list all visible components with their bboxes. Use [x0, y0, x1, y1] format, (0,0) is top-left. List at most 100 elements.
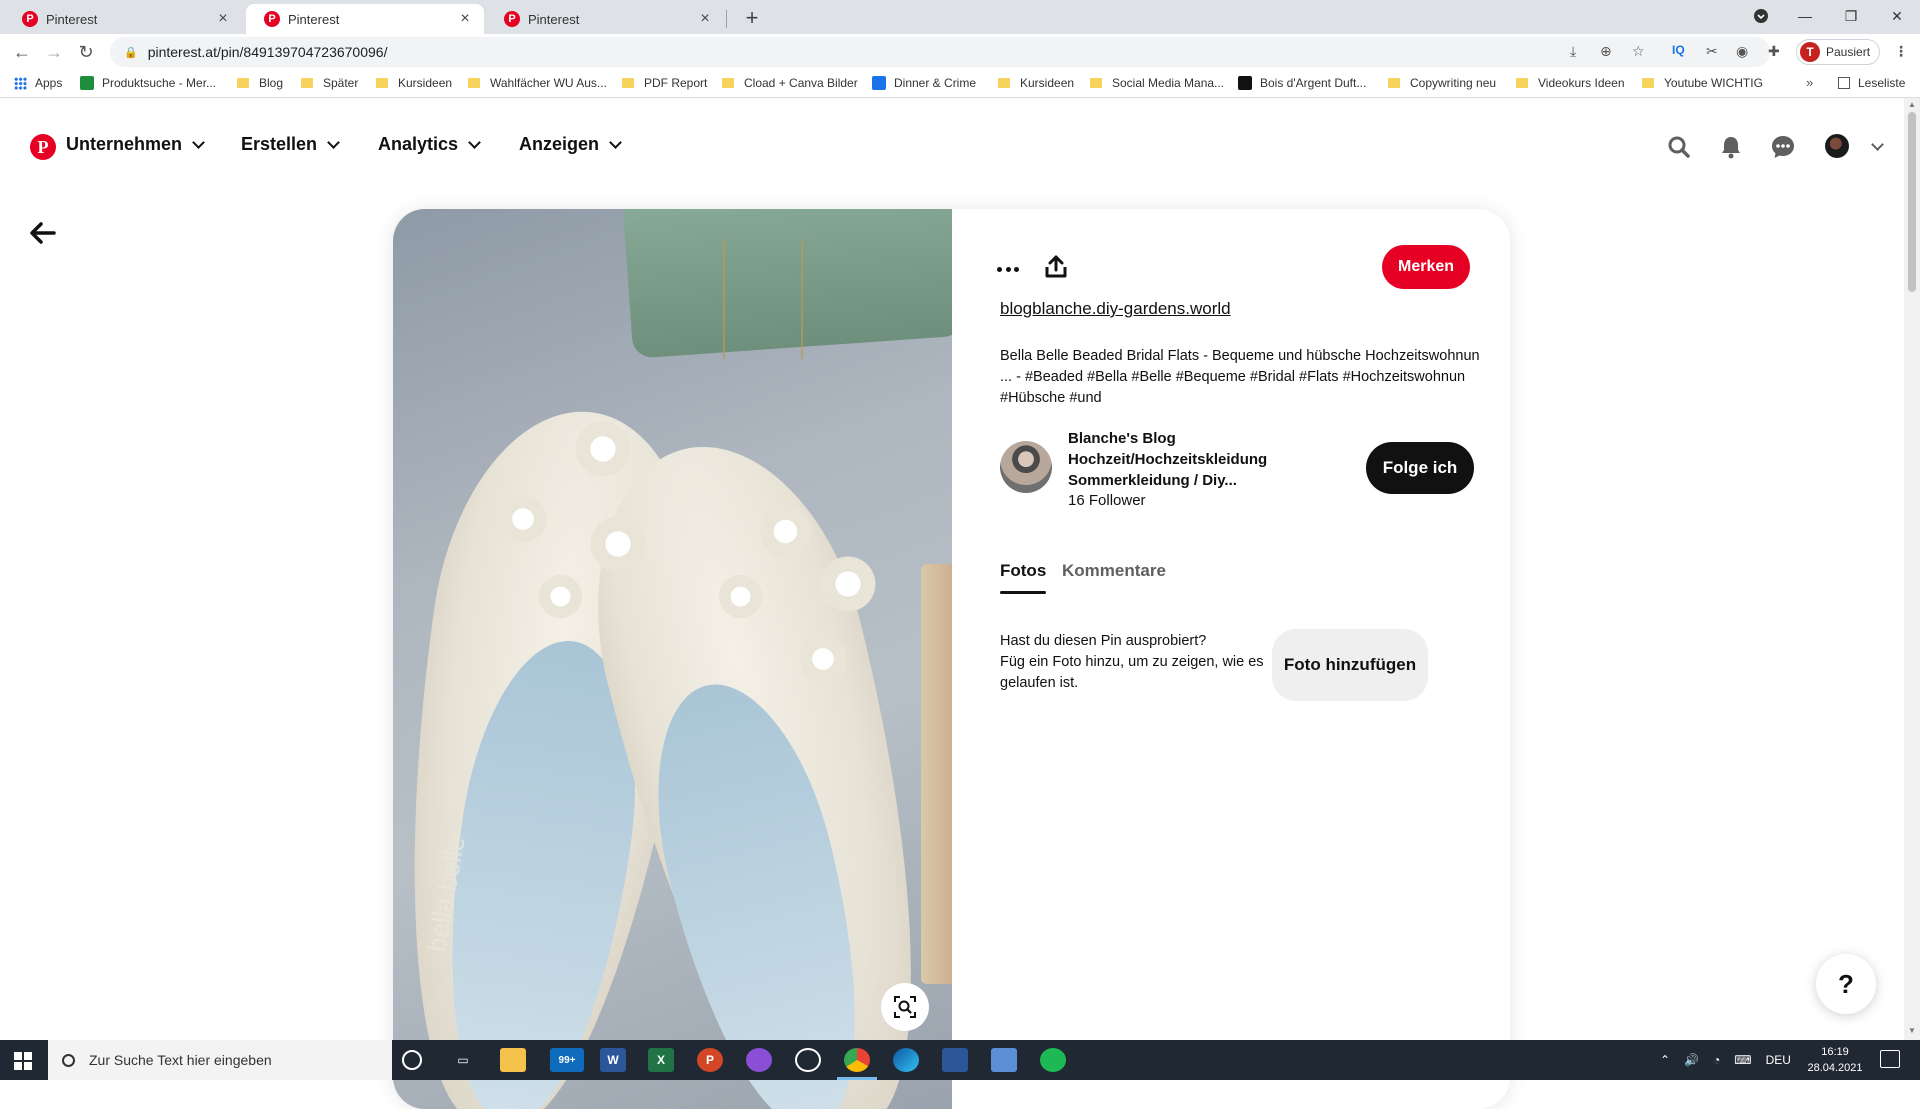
close-icon[interactable]: × — [214, 10, 232, 28]
bookmark-item[interactable]: Dinner & Crime — [872, 76, 976, 90]
kebab-menu-icon[interactable]: ⋮ — [1894, 43, 1908, 60]
menu-analytics[interactable]: Analytics — [378, 134, 481, 155]
bookmark-folder[interactable]: Cload + Canva Bilder — [722, 76, 858, 90]
windows-start-icon[interactable] — [8, 1048, 38, 1072]
bookmark-folder[interactable]: Blog — [237, 76, 283, 90]
more-bookmarks-icon[interactable]: » — [1806, 75, 1813, 90]
minimize-icon[interactable]: — — [1782, 0, 1828, 32]
iq-extension-icon[interactable]: IQ — [1672, 43, 1685, 57]
app-icon[interactable] — [991, 1048, 1017, 1072]
bookmark-folder[interactable]: Copywriting neu — [1388, 76, 1496, 90]
notification-center-icon[interactable] — [1880, 1050, 1900, 1068]
bookmark-item[interactable]: Produktsuche - Mer... — [80, 76, 216, 90]
chat-icon[interactable] — [1768, 132, 1798, 162]
bookmark-star-icon[interactable]: ☆ — [1632, 43, 1645, 60]
menu-erstellen[interactable]: Erstellen — [241, 134, 340, 155]
pin-image[interactable]: bella belle — [393, 209, 952, 1109]
pinterest-favicon-icon: P — [504, 11, 520, 27]
puzzle-extension-icon[interactable]: ✚ — [1768, 43, 1780, 60]
bookmark-folder[interactable]: Social Media Mana... — [1090, 76, 1224, 90]
obs-icon[interactable] — [795, 1048, 821, 1072]
scroll-thumb[interactable] — [1908, 112, 1916, 292]
scroll-down-icon[interactable]: ▼ — [1908, 1026, 1916, 1035]
language-indicator[interactable]: DEU — [1766, 1053, 1791, 1067]
word-icon[interactable]: W — [600, 1048, 626, 1072]
profile-status: Pausiert — [1826, 45, 1871, 59]
bookmark-folder[interactable]: PDF Report — [622, 76, 707, 90]
forward-icon[interactable]: → — [40, 38, 68, 66]
browser-toolbar: ← → ↻ 🔒 pinterest.at/pin/849139704723670… — [0, 34, 1920, 70]
bookmark-label: PDF Report — [644, 76, 708, 90]
pinterest-logo-icon[interactable]: P — [30, 134, 56, 160]
bookmark-label: Dinner & Crime — [894, 76, 977, 90]
keyboard-icon[interactable]: ⌨ — [1734, 1053, 1751, 1067]
browser-tab[interactable]: P Pinterest × — [486, 4, 724, 34]
file-explorer-icon[interactable] — [500, 1048, 526, 1072]
profile-avatar[interactable] — [1825, 134, 1849, 158]
abp-extension-icon[interactable]: ◉ — [1736, 43, 1748, 60]
back-arrow-icon[interactable] — [30, 222, 60, 246]
lace-image-detail — [753, 499, 818, 564]
spotify-icon[interactable] — [1040, 1048, 1066, 1072]
add-photo-button[interactable]: Foto hinzufügen — [1272, 629, 1428, 701]
profile-chip[interactable]: T Pausiert — [1796, 39, 1880, 65]
creator-name[interactable]: Blanche's Blog Hochzeit/Hochzeitskleidun… — [1068, 428, 1298, 491]
menu-unternehmen[interactable]: Unternehmen — [66, 134, 205, 155]
address-bar[interactable]: 🔒 pinterest.at/pin/849139704723670096/ — [110, 37, 1770, 67]
search-icon[interactable] — [1664, 132, 1694, 162]
chevron-up-icon[interactable]: ⌃ — [1660, 1053, 1670, 1067]
bookmark-folder[interactable]: Videokurs Ideen — [1516, 76, 1625, 90]
source-link[interactable]: blogblanche.diy-gardens.world — [1000, 299, 1231, 319]
close-window-icon[interactable]: ✕ — [1874, 0, 1920, 32]
bookmark-folder[interactable]: Wahlfächer WU Aus... — [468, 76, 607, 90]
browser-tab-active[interactable]: P Pinterest × — [246, 4, 484, 34]
tab-kommentare[interactable]: Kommentare — [1062, 561, 1166, 581]
browser-tab[interactable]: P Pinterest × — [4, 4, 242, 34]
tab-fotos[interactable]: Fotos — [1000, 561, 1046, 581]
share-icon[interactable] — [1044, 255, 1070, 281]
cortana-icon[interactable] — [402, 1050, 422, 1070]
lace-image-detail — [493, 489, 553, 549]
account-chevron-icon[interactable] — [1862, 132, 1892, 162]
close-icon[interactable]: × — [696, 10, 714, 28]
bookmark-folder[interactable]: Youtube WICHTIG — [1642, 76, 1763, 90]
bookmark-folder[interactable]: Kursideen — [376, 76, 452, 90]
help-button[interactable]: ? — [1816, 954, 1876, 1014]
tab-search-icon[interactable] — [1738, 0, 1784, 32]
more-options-icon[interactable] — [992, 261, 1024, 277]
bell-icon[interactable] — [1716, 132, 1746, 162]
task-view-icon[interactable]: ▭ — [450, 1048, 476, 1072]
save-button[interactable]: Merken — [1382, 245, 1470, 289]
app-icon[interactable] — [942, 1048, 968, 1072]
reading-list-button[interactable]: Leseliste — [1838, 76, 1905, 90]
visual-search-button[interactable] — [881, 983, 929, 1031]
install-icon[interactable]: ⤓ — [1570, 43, 1576, 60]
bookmark-item[interactable]: Bois d'Argent Duft... — [1238, 76, 1366, 90]
close-icon[interactable]: × — [456, 10, 474, 28]
zoom-icon[interactable]: ⊕ — [1600, 43, 1612, 60]
follow-button[interactable]: Folge ich — [1366, 442, 1474, 494]
menu-anzeigen[interactable]: Anzeigen — [519, 134, 622, 155]
reload-icon[interactable]: ↻ — [72, 38, 100, 66]
restore-icon[interactable]: ❐ — [1828, 0, 1874, 32]
bookmark-apps[interactable]: Apps — [14, 76, 62, 90]
excel-icon[interactable]: X — [648, 1048, 674, 1072]
edge-icon[interactable] — [893, 1048, 919, 1072]
bookmark-folder[interactable]: Kursideen — [998, 76, 1074, 90]
page-scrollbar[interactable]: ▲ ▼ — [1904, 98, 1920, 1040]
scroll-up-icon[interactable]: ▲ — [1908, 100, 1916, 109]
chrome-icon[interactable] — [844, 1048, 870, 1072]
volume-icon[interactable]: 🔊 — [1684, 1053, 1699, 1067]
taskbar-clock[interactable]: 16:19 28.04.2021 — [1800, 1044, 1870, 1076]
powerpoint-icon[interactable]: P — [697, 1048, 723, 1072]
back-icon[interactable]: ← — [8, 38, 36, 66]
mail-icon[interactable]: 99+ — [550, 1048, 584, 1072]
app-icon[interactable] — [746, 1048, 772, 1072]
bookmark-folder[interactable]: Später — [301, 76, 358, 90]
network-icon[interactable]: ◔ — [1713, 1053, 1720, 1067]
profile-initial: T — [1800, 42, 1820, 62]
creator-avatar[interactable] — [1000, 441, 1052, 493]
extension-icon[interactable]: ✂ — [1706, 43, 1718, 60]
taskbar-search-input[interactable]: Zur Suche Text hier eingeben — [48, 1040, 392, 1080]
new-tab-button[interactable]: + — [738, 4, 766, 32]
